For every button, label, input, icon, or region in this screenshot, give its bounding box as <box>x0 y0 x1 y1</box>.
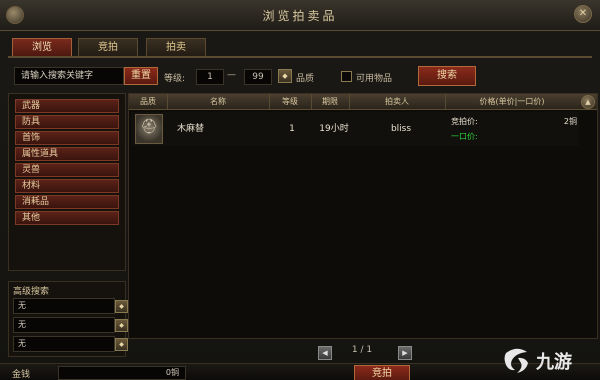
quality-dropdown-button[interactable]: ◆ <box>278 69 292 83</box>
item-name: 木麻替 <box>177 124 205 134</box>
usable-items-label: 可用物品 <box>356 74 393 84</box>
category-spirit-beasts[interactable]: 灵兽 <box>15 163 119 177</box>
window-title: 浏览拍卖品 <box>262 9 338 23</box>
item-slot: ⛑ <box>135 114 163 144</box>
bid-price-label: 竞拍价: <box>451 117 478 126</box>
page-indicator: 1 / 1 <box>351 345 373 355</box>
category-weapons[interactable]: 武器 <box>15 99 119 113</box>
column-seller[interactable]: 拍卖人 <box>349 94 446 109</box>
watermark-swirl-icon <box>504 348 528 373</box>
category-armor[interactable]: 防具 <box>15 115 119 129</box>
level-label: 等级: <box>164 74 186 84</box>
diamond-icon: ◆ <box>119 303 124 310</box>
search-button[interactable]: 搜索 <box>418 66 476 86</box>
table-row[interactable]: ⛑ 木麻替 1 19小时 bliss 竞拍价: 2铜 一口价: <box>131 112 579 146</box>
category-jewelry[interactable]: 首饰 <box>15 131 119 145</box>
table-header: 品质 名称 等级 期限 拍卖人 价格(单价|一口价) ▲ <box>129 94 597 110</box>
search-input[interactable]: 请输入搜索关键字 <box>14 67 124 85</box>
category-list: 武器 防具 首饰 属性道具 灵兽 材料 消耗品 其他 <box>8 93 126 271</box>
results-table: 品质 名称 等级 期限 拍卖人 价格(单价|一口价) ▲ ⛑ 木麻替 1 19小… <box>128 93 598 339</box>
level-separator: — <box>227 70 236 80</box>
column-price[interactable]: 价格(单价|一口价) <box>445 94 579 109</box>
bid-button[interactable]: 竞拍 <box>354 365 410 380</box>
title-bar: 浏览拍卖品 ✕ <box>0 0 600 31</box>
column-name[interactable]: 名称 <box>167 94 270 109</box>
item-duration: 19小时 <box>319 124 349 134</box>
column-level[interactable]: 等级 <box>269 94 312 109</box>
advanced-search-panel: 高级搜索 无 ◆ 无 ◆ 无 ◆ <box>8 281 128 357</box>
buyout-price-label: 一口价: <box>451 132 478 141</box>
item-seller: bliss <box>390 124 412 134</box>
helmet-icon: ⛑ <box>140 119 158 135</box>
category-materials[interactable]: 材料 <box>15 179 119 193</box>
category-attribute-items[interactable]: 属性道具 <box>15 147 119 161</box>
reset-button[interactable]: 重置 <box>124 67 158 85</box>
chevron-up-icon: ▲ <box>585 98 591 106</box>
tab-bid[interactable]: 竞拍 <box>78 38 138 57</box>
tab-sell[interactable]: 拍卖 <box>146 38 206 57</box>
column-duration[interactable]: 期限 <box>311 94 350 109</box>
close-button[interactable]: ✕ <box>574 5 592 23</box>
tab-divider <box>8 56 592 58</box>
bid-price-value: 2铜 <box>563 117 577 126</box>
advanced-filter-1-button[interactable]: ◆ <box>115 300 128 313</box>
advanced-filter-3-button[interactable]: ◆ <box>115 338 128 351</box>
gold-label: 金钱 <box>12 370 31 380</box>
usable-items-checkbox[interactable] <box>341 71 352 82</box>
prev-page-button[interactable]: ◀ <box>318 346 332 360</box>
level-min-input[interactable]: 1 <box>196 69 224 85</box>
category-other[interactable]: 其他 <box>15 211 119 225</box>
advanced-filter-2[interactable]: 无 <box>13 317 115 333</box>
watermark-text: 九游 <box>536 352 572 373</box>
chevron-right-icon: ▶ <box>402 349 408 357</box>
diamond-icon: ◆ <box>119 322 124 329</box>
chevron-left-icon: ◀ <box>322 349 328 357</box>
diamond-icon: ◆ <box>282 72 288 80</box>
advanced-filter-1[interactable]: 无 <box>13 298 115 314</box>
close-icon: ✕ <box>578 8 588 19</box>
item-level: 1 <box>289 124 295 134</box>
column-quality[interactable]: 品质 <box>129 94 168 109</box>
next-page-button[interactable]: ▶ <box>398 346 412 360</box>
watermark-logo: 九游 <box>500 342 596 378</box>
diamond-icon: ◆ <box>119 341 124 348</box>
scroll-up-button[interactable]: ▲ <box>581 95 595 109</box>
tab-browse[interactable]: 浏览 <box>12 38 72 57</box>
quality-label: 品质 <box>296 74 315 84</box>
advanced-search-title: 高级搜索 <box>13 287 50 297</box>
gold-amount: 0铜 <box>58 366 186 380</box>
level-max-input[interactable]: 99 <box>244 69 272 85</box>
advanced-filter-2-button[interactable]: ◆ <box>115 319 128 332</box>
category-consumables[interactable]: 消耗品 <box>15 195 119 209</box>
auction-window: 浏览拍卖品 ✕ 浏览 竞拍 拍卖 请输入搜索关键字 重置 等级: 1 — 99 … <box>0 0 600 380</box>
advanced-filter-3[interactable]: 无 <box>13 336 115 352</box>
